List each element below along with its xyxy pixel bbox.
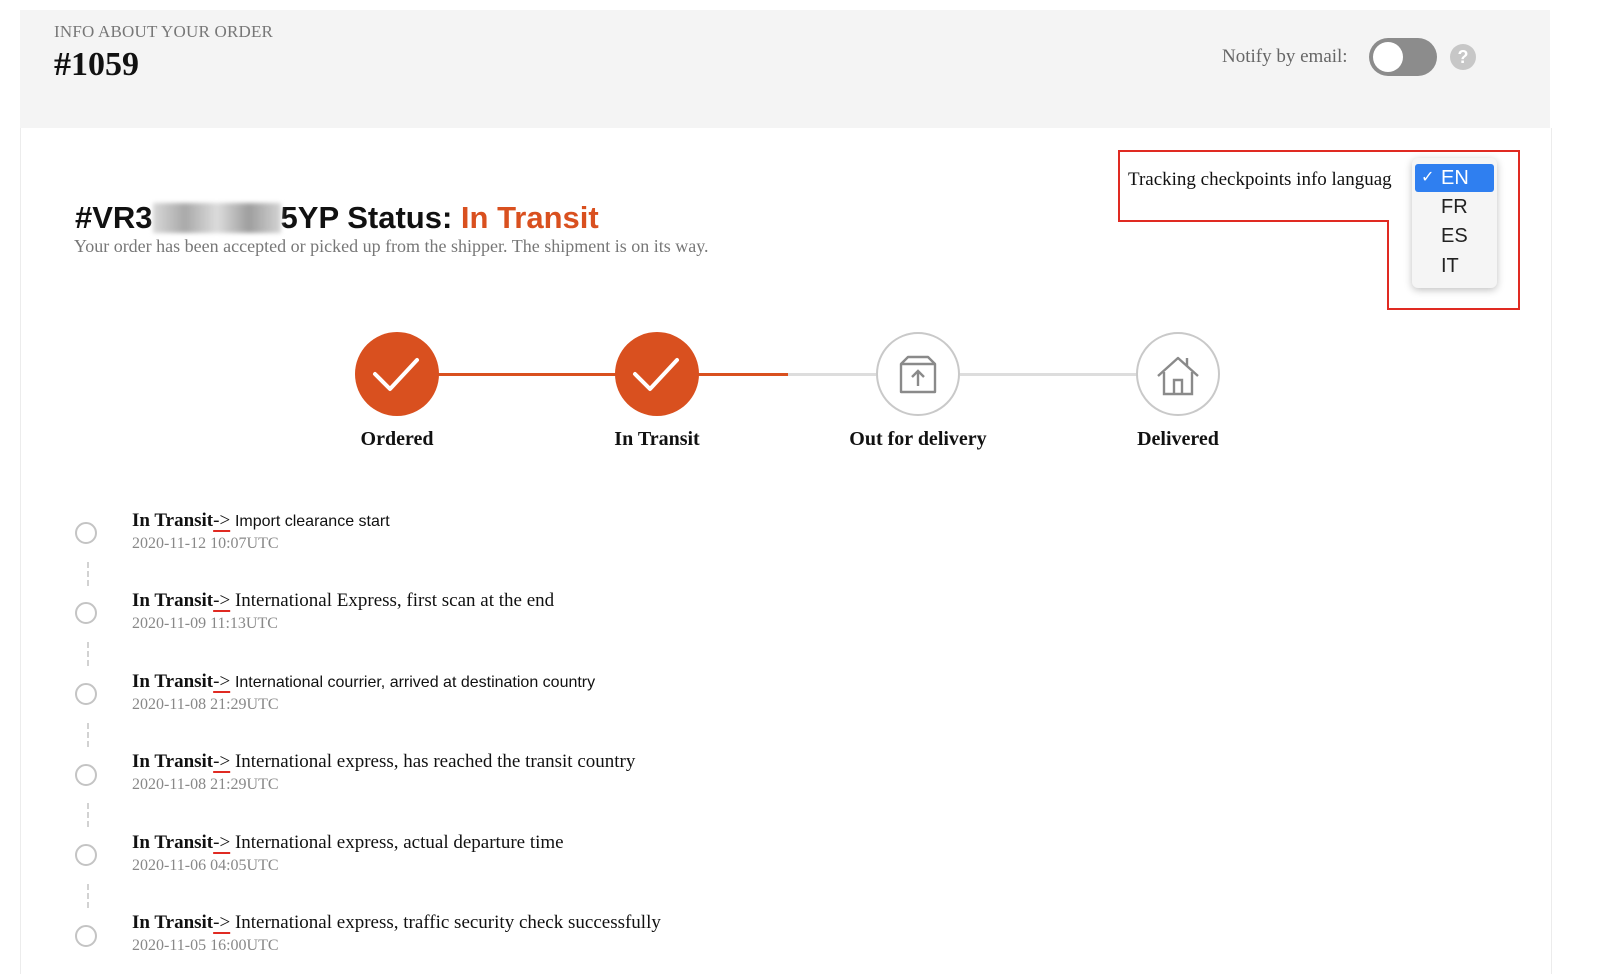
event-timestamp: 2020-11-09 11:13UTC xyxy=(132,615,278,632)
status-description: Your order has been accepted or picked u… xyxy=(74,236,709,256)
timeline-connector xyxy=(87,803,89,827)
checkmark-icon: ✓ xyxy=(1421,169,1435,186)
timeline-dot xyxy=(75,602,97,624)
timeline-dot xyxy=(75,925,97,947)
highlight-box-edge xyxy=(1118,220,1389,222)
step-label-delivered: Delivered xyxy=(1137,428,1219,450)
event-title: In Transit-> International express, actu… xyxy=(132,832,564,853)
event-timestamp: 2020-11-05 16:00UTC xyxy=(132,937,279,954)
event-timestamp: 2020-11-08 21:29UTC xyxy=(132,696,279,713)
tracking-status-title: #VR3 5YP Status: In Transit xyxy=(75,200,599,236)
event-timestamp: 2020-11-08 21:29UTC xyxy=(132,776,279,793)
redacted-tracking-digits xyxy=(152,203,281,233)
question-circle-icon[interactable]: ? xyxy=(1450,44,1476,70)
event-timestamp: 2020-11-06 04:05UTC xyxy=(132,857,279,874)
step-label-out-for-delivery: Out for delivery xyxy=(849,428,987,450)
checkmark-icon xyxy=(633,358,679,391)
order-number: #1059 xyxy=(54,46,139,83)
notify-label: Notify by email: xyxy=(1222,46,1348,67)
event-timestamp: 2020-11-12 10:07UTC xyxy=(132,535,279,552)
timeline-connector xyxy=(87,723,89,747)
status-value: In Transit xyxy=(460,200,599,235)
step-ordered xyxy=(355,332,439,416)
event-title: In Transit-> Import clearance start xyxy=(132,510,390,531)
timeline-dot xyxy=(75,522,97,544)
timeline-connector xyxy=(87,884,89,908)
progress-line-partial xyxy=(698,373,788,376)
step-label-in-transit: In Transit xyxy=(614,428,700,450)
language-option-fr[interactable]: FR xyxy=(1415,193,1494,221)
progress-line-complete xyxy=(438,373,616,376)
order-info-label: INFO ABOUT YOUR ORDER xyxy=(54,22,274,41)
toggle-knob xyxy=(1373,42,1403,72)
notify-email-toggle[interactable] xyxy=(1369,38,1437,76)
status-label: Status: xyxy=(347,200,453,235)
step-in-transit xyxy=(615,332,699,416)
language-label: Tracking checkpoints info languag xyxy=(1128,169,1392,190)
language-option-en[interactable]: ✓ EN xyxy=(1415,164,1494,192)
progress-line-pending xyxy=(960,373,1138,376)
timeline-dot xyxy=(75,764,97,786)
house-icon xyxy=(1157,356,1199,396)
event-title: In Transit-> International Express, firs… xyxy=(132,590,555,611)
language-option-es[interactable]: ES xyxy=(1415,222,1494,250)
checkmark-icon xyxy=(373,358,419,391)
event-title: In Transit-> International courrier, arr… xyxy=(132,671,596,692)
tracking-number-suffix: 5YP xyxy=(280,200,339,235)
event-title: In Transit-> International express, has … xyxy=(132,751,636,772)
event-title: In Transit-> International express, traf… xyxy=(132,912,661,933)
timeline-dot xyxy=(75,844,97,866)
step-delivered xyxy=(1136,332,1220,416)
progress-line-pending xyxy=(788,373,876,376)
tracking-number-prefix: #VR3 xyxy=(75,200,153,235)
timeline-connector xyxy=(87,642,89,666)
timeline-connector xyxy=(87,562,89,586)
timeline-dot xyxy=(75,683,97,705)
package-icon xyxy=(899,355,937,394)
language-dropdown[interactable]: ✓ EN FR ES IT xyxy=(1412,158,1497,288)
language-option-it[interactable]: IT xyxy=(1415,252,1494,280)
step-out-for-delivery xyxy=(876,332,960,416)
step-label-ordered: Ordered xyxy=(360,428,434,450)
